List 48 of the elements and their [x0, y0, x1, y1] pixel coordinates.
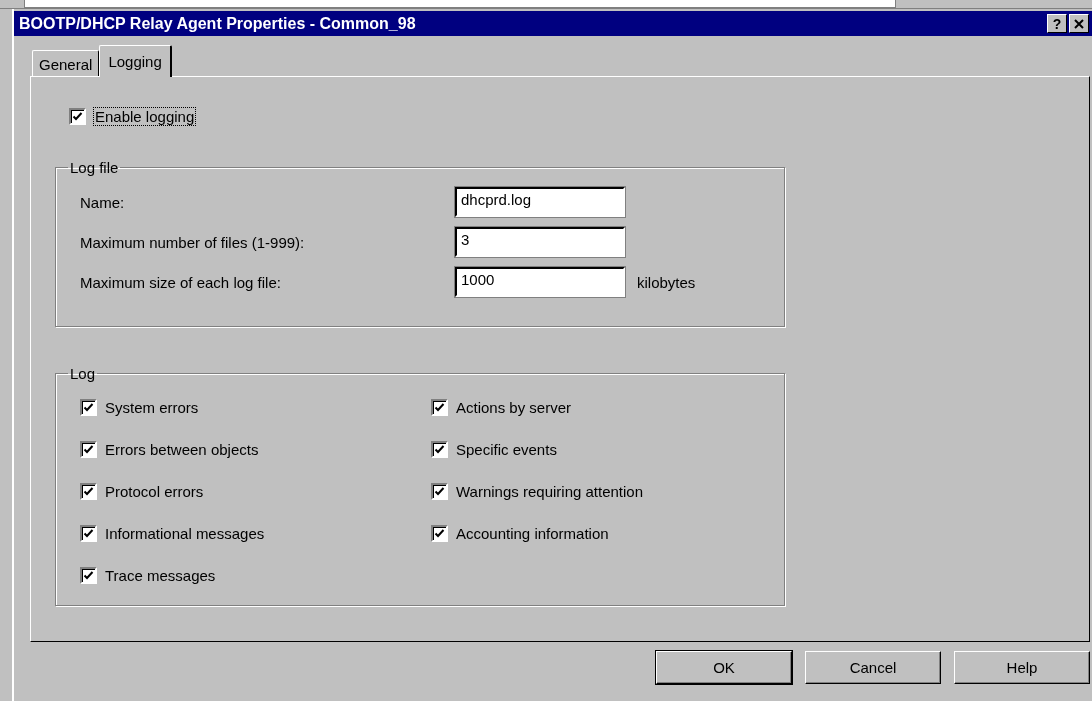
checkbox[interactable] [69, 107, 86, 125]
check-icon [83, 569, 94, 581]
checkbox[interactable] [431, 440, 448, 458]
checkbox-label: System errors [105, 398, 199, 416]
check-icon [83, 401, 94, 413]
checkbox-label: Trace messages [105, 566, 216, 584]
checkbox-label: Accounting information [456, 524, 609, 542]
checkbox[interactable] [431, 398, 448, 416]
field-label: Maximum size of each log file: [80, 273, 282, 291]
input-field[interactable]: 1000 [455, 267, 625, 297]
close-button[interactable] [1069, 14, 1089, 33]
tab[interactable]: General [32, 50, 100, 76]
checkbox-label: Informational messages [105, 524, 265, 542]
checkbox[interactable] [431, 482, 448, 500]
checkbox-label: Errors between objects [105, 440, 259, 458]
close-icon [1074, 18, 1084, 29]
check-icon [83, 527, 94, 539]
checkbox-label: Actions by server [456, 398, 572, 416]
dialog-button[interactable]: Help [954, 651, 1090, 684]
check-icon [83, 485, 94, 497]
checkbox[interactable] [80, 524, 97, 542]
group-title: Log [69, 365, 97, 382]
checkbox[interactable] [80, 398, 97, 416]
checkbox[interactable] [431, 524, 448, 542]
field-label: Name: [80, 193, 126, 211]
dialog-button[interactable]: OK [656, 651, 792, 684]
unit-label: kilobytes [637, 273, 696, 291]
check-icon [83, 443, 94, 455]
input-field[interactable]: 3 [455, 227, 625, 257]
dialog-button[interactable]: Cancel [805, 651, 941, 684]
help-button[interactable]: ? [1047, 14, 1067, 33]
checkbox-label: Warnings requiring attention [456, 482, 644, 500]
checkbox-label: Specific events [456, 440, 557, 458]
checkbox[interactable] [80, 440, 97, 458]
check-icon [434, 443, 445, 455]
check-icon [434, 401, 445, 413]
checkbox[interactable] [80, 566, 97, 584]
check-icon [434, 527, 445, 539]
input-field[interactable]: dhcprd.log [455, 187, 625, 217]
checkbox-label: Protocol errors [105, 482, 204, 500]
tab[interactable]: Logging [99, 45, 172, 77]
field-label: Maximum number of files (1-999): [80, 233, 306, 251]
window-title: BOOTP/DHCP Relay Agent Properties - Common_98 [19, 14, 416, 33]
check-icon [72, 110, 83, 122]
group-title: Log file [69, 159, 120, 176]
checkbox-label: Enable logging [94, 107, 196, 125]
check-icon [434, 485, 445, 497]
checkbox[interactable] [80, 482, 97, 500]
